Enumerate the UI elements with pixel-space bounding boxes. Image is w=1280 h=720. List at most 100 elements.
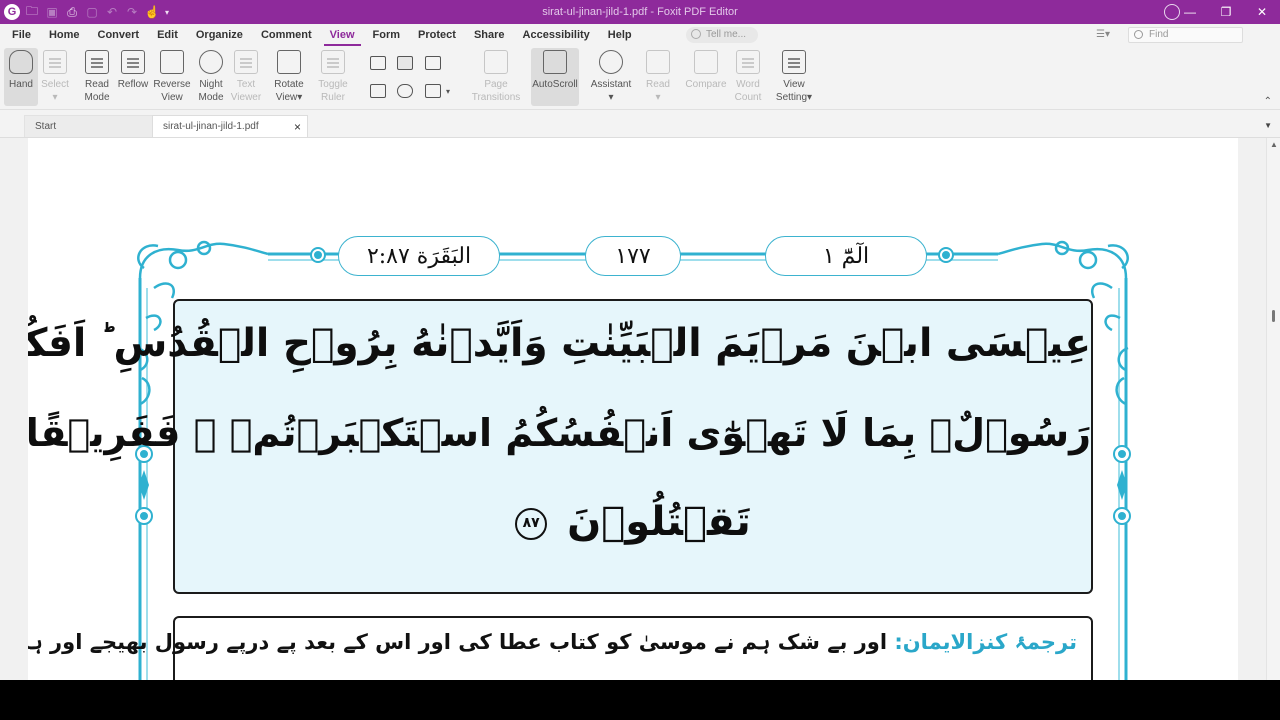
word-count-button[interactable]: Word Count bbox=[732, 48, 764, 106]
read-mode-button[interactable]: Read Mode bbox=[82, 48, 112, 106]
page-number-header: ١٧٧ bbox=[585, 236, 681, 276]
toggle-ruler-label-2: Ruler bbox=[321, 92, 345, 103]
menu-bar: File Home Convert Edit Organize Comment … bbox=[0, 24, 1280, 46]
pdf-page[interactable]: البَقَرَة ٢:٨٧ ١٧٧ الٓمّٓ ١ عِيۡسَى ابۡن… bbox=[28, 138, 1238, 680]
text-viewer-label-1: Text bbox=[236, 79, 256, 90]
menu-help[interactable]: Help bbox=[602, 24, 638, 46]
menu-accessibility[interactable]: Accessibility bbox=[517, 24, 596, 46]
continuous-facing-icon[interactable] bbox=[370, 84, 386, 98]
separate-cover-icon[interactable] bbox=[397, 84, 413, 98]
assistant-button[interactable]: Assistant ▾ bbox=[588, 48, 634, 106]
menu-comment[interactable]: Comment bbox=[255, 24, 318, 46]
single-page-icon[interactable] bbox=[370, 56, 386, 70]
speaker-icon bbox=[646, 50, 670, 74]
collapse-ribbon-chevron-icon[interactable]: ⌃ bbox=[1264, 96, 1272, 107]
translation-line: ترجمۂ کنزالایمان: اور بے شک ہم نے موسیٰ … bbox=[28, 630, 1077, 654]
ayah-line-3: تَقۡتُلُوۡنَ ٨٧ bbox=[175, 499, 1091, 545]
translation-label: ترجمۂ کنزالایمان: bbox=[894, 630, 1077, 654]
document-viewer[interactable]: البَقَرَة ٢:٨٧ ١٧٧ الٓمّٓ ١ عِيۡسَى ابۡن… bbox=[0, 137, 1280, 680]
menu-form[interactable]: Form bbox=[367, 24, 407, 46]
menu-file[interactable]: File bbox=[6, 24, 37, 46]
page-transitions-icon bbox=[484, 50, 508, 74]
ayah-line-1: عِيۡسَى ابۡنَ مَرۡيَمَ الۡبَيِّنٰتِ وَاَ… bbox=[28, 321, 1091, 366]
close-tab-icon[interactable]: × bbox=[294, 116, 301, 138]
night-mode-button[interactable]: Night Mode bbox=[196, 48, 226, 106]
tab-start-label: Start bbox=[35, 121, 57, 132]
autoscroll-button[interactable]: AutoScroll bbox=[531, 48, 579, 106]
toggle-ruler-button[interactable]: Toggle Ruler bbox=[316, 48, 350, 106]
view-ribbon: Hand Select ▾ Read Mode Reflow Reverse V… bbox=[0, 46, 1280, 110]
assistant-label-1: Assistant bbox=[590, 79, 632, 90]
autoscroll-label-1: AutoScroll bbox=[532, 79, 578, 90]
ayah-text-box: عِيۡسَى ابۡنَ مَرۡيَمَ الۡبَيِّنٰتِ وَاَ… bbox=[28, 299, 1093, 594]
menu-view[interactable]: View bbox=[323, 24, 361, 46]
scrollbar-thumb[interactable] bbox=[1272, 310, 1275, 322]
translation-box: ترجمۂ کنزالایمان: اور بے شک ہم نے موسیٰ … bbox=[28, 616, 1093, 680]
continuous-page-icon[interactable] bbox=[397, 56, 413, 70]
tab-start[interactable]: Start bbox=[24, 115, 154, 137]
minimize-icon[interactable]: — bbox=[1172, 0, 1208, 24]
rotate-view-button[interactable]: Rotate View▾ bbox=[272, 48, 306, 106]
view-setting-label-2: Setting▾ bbox=[775, 92, 813, 103]
menu-edit[interactable]: Edit bbox=[151, 24, 184, 46]
close-window-icon[interactable]: ✕ bbox=[1244, 0, 1280, 24]
find-input[interactable]: Find bbox=[1128, 27, 1243, 43]
word-count-icon bbox=[736, 50, 760, 74]
text-viewer-button[interactable]: Text Viewer bbox=[230, 48, 262, 106]
read-mode-label-1: Read bbox=[85, 79, 109, 90]
reverse-view-button[interactable]: Reverse View bbox=[153, 48, 191, 106]
reflow-icon bbox=[121, 50, 145, 74]
compare-label-1: Compare bbox=[685, 79, 727, 90]
reflow-button[interactable]: Reflow bbox=[117, 48, 149, 106]
night-mode-icon bbox=[199, 50, 223, 74]
split-view-chevron-down-icon[interactable]: ▾ bbox=[446, 87, 450, 96]
reverse-view-icon bbox=[160, 50, 184, 74]
menu-organize[interactable]: Organize bbox=[190, 24, 249, 46]
read-label-2: ▾ bbox=[655, 92, 661, 103]
page-transitions-button[interactable]: Page Transitions bbox=[470, 48, 522, 106]
assistant-icon bbox=[599, 50, 623, 74]
reverse-view-label-1: Reverse bbox=[153, 79, 191, 90]
hand-button[interactable]: Hand bbox=[4, 48, 38, 106]
tab-document-label: sirat-ul-jinan-jild-1.pdf bbox=[163, 121, 259, 132]
menu-convert[interactable]: Convert bbox=[92, 24, 146, 46]
ayah-number-marker: ٨٧ bbox=[515, 508, 548, 540]
read-mode-label-2: Mode bbox=[84, 92, 110, 103]
page-transitions-label-1: Page bbox=[484, 79, 508, 90]
rotate-view-label-2: View▾ bbox=[275, 92, 303, 103]
tab-document[interactable]: sirat-ul-jinan-jild-1.pdf × bbox=[152, 115, 308, 137]
surah-ayah-header: البَقَرَة ٢:٨٧ bbox=[338, 236, 500, 276]
select-button[interactable]: Select ▾ bbox=[40, 48, 70, 106]
menu-tabs: File Home Convert Edit Organize Comment … bbox=[6, 24, 644, 46]
menu-home[interactable]: Home bbox=[43, 24, 86, 46]
text-viewer-icon bbox=[234, 50, 258, 74]
restore-icon[interactable]: ❐ bbox=[1208, 0, 1244, 24]
select-text-icon bbox=[43, 50, 67, 74]
document-tab-bar: Start sirat-ul-jinan-jild-1.pdf × ▼ bbox=[0, 115, 1280, 137]
menu-share[interactable]: Share bbox=[468, 24, 511, 46]
page-transitions-label-2: Transitions bbox=[471, 92, 521, 103]
vertical-scrollbar[interactable]: ▲ bbox=[1266, 138, 1280, 680]
search-icon bbox=[1134, 30, 1143, 39]
scroll-up-icon[interactable]: ▲ bbox=[1270, 140, 1278, 149]
select-label-2: ▾ bbox=[52, 92, 58, 103]
view-setting-button[interactable]: View Setting▾ bbox=[772, 48, 816, 106]
compare-button[interactable]: Compare bbox=[684, 48, 728, 106]
text-viewer-label-2: Viewer bbox=[230, 92, 262, 103]
menu-protect[interactable]: Protect bbox=[412, 24, 462, 46]
read-aloud-button[interactable]: Read ▾ bbox=[642, 48, 674, 106]
find-placeholder: Find bbox=[1149, 29, 1169, 40]
tab-list-chevron-down-icon[interactable]: ▼ bbox=[1264, 121, 1272, 130]
ayah-line-3-text: تَقۡتُلُوۡنَ bbox=[567, 499, 751, 545]
assistant-label-2: ▾ bbox=[608, 92, 614, 103]
word-count-label-1: Word bbox=[736, 79, 760, 90]
search-options-icon[interactable]: ☰▾ bbox=[1096, 29, 1110, 40]
tell-me-search[interactable]: Tell me... bbox=[686, 27, 758, 43]
tell-me-placeholder: Tell me... bbox=[706, 29, 747, 40]
rotate-view-label-1: Rotate bbox=[274, 79, 304, 90]
facing-page-icon[interactable] bbox=[425, 56, 441, 70]
split-view-icon[interactable] bbox=[425, 84, 441, 98]
reflow-label-1: Reflow bbox=[117, 79, 149, 90]
reverse-view-label-2: View bbox=[161, 92, 183, 103]
hand-icon bbox=[9, 50, 33, 74]
